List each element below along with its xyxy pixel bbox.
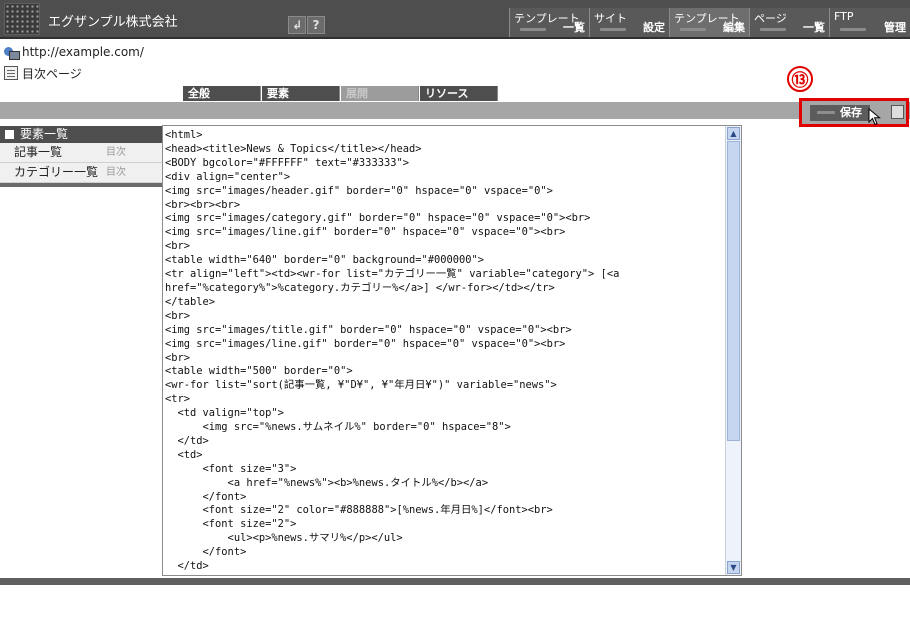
save-button[interactable]: 保存 xyxy=(810,105,870,121)
tab-general[interactable]: 全般 xyxy=(183,86,261,101)
site-url-row: http://example.com/ xyxy=(4,44,144,60)
editor-scrollbar[interactable]: ▲ ▼ xyxy=(725,126,741,575)
nav-bar-icon xyxy=(840,28,866,31)
panel-divider xyxy=(0,183,162,187)
nav-template-edit[interactable]: テンプレート 編集 xyxy=(669,8,749,37)
template-code[interactable]: <html> <head><title>News & Topics</title… xyxy=(165,129,619,574)
back-icon[interactable]: ↲ xyxy=(288,16,306,34)
save-highlight: 保存 xyxy=(799,98,909,127)
nav-template-list[interactable]: テンプレート 一覧 xyxy=(509,8,589,37)
template-code-editor[interactable]: <html> <head><title>News & Topics</title… xyxy=(162,125,742,576)
page-name: 目次ページ xyxy=(22,66,82,81)
nav-label-bottom: 一覧 xyxy=(803,21,825,34)
company-name: エグザンプル株式会社 xyxy=(48,15,178,30)
nav-bar-icon xyxy=(680,28,706,31)
square-icon xyxy=(5,130,14,139)
mouse-cursor-icon xyxy=(868,108,881,126)
nav-label-bottom: 一覧 xyxy=(563,21,585,34)
nav-bar-icon xyxy=(600,28,626,31)
logo-icon xyxy=(4,3,40,35)
toolbar-band xyxy=(0,102,910,119)
element-list-panel: 要素一覧 記事一覧 目次 カテゴリー一覧 目次 xyxy=(0,126,162,187)
list-item[interactable]: 記事一覧 目次 xyxy=(0,143,162,163)
bottom-bar xyxy=(0,578,910,585)
nav-label-bottom: 管理 xyxy=(884,21,906,34)
element-scope: 目次 xyxy=(106,147,126,158)
step-badge: ⑬ xyxy=(787,66,813,92)
tab-resources[interactable]: リソース xyxy=(420,86,498,101)
scroll-up-icon[interactable]: ▲ xyxy=(727,127,740,140)
scroll-down-icon[interactable]: ▼ xyxy=(727,561,740,574)
nav-label-top: サイト xyxy=(594,12,627,25)
page-icon xyxy=(4,66,18,80)
nav-site-settings[interactable]: サイト 設定 xyxy=(589,8,669,37)
nav-label-top: ページ xyxy=(754,12,787,25)
element-name: 記事一覧 xyxy=(14,145,63,159)
nav-label-bottom: 編集 xyxy=(723,21,745,34)
scroll-thumb[interactable] xyxy=(727,141,740,441)
tab-elements[interactable]: 要素 xyxy=(262,86,340,101)
top-bar: エグザンプル株式会社 ↲ ? テンプレート 一覧 サイト 設定 テンプレート 編… xyxy=(0,0,910,39)
nav-bar-icon xyxy=(520,28,546,31)
page-name-row: 目次ページ xyxy=(4,65,82,81)
nav-label-bottom: 設定 xyxy=(643,21,665,34)
document-icon[interactable] xyxy=(891,105,904,119)
element-list-title: 要素一覧 xyxy=(20,127,69,141)
nav-page-list[interactable]: ページ 一覧 xyxy=(749,8,829,37)
help-icon[interactable]: ? xyxy=(307,16,325,34)
element-list-header: 要素一覧 xyxy=(0,126,162,143)
nav-label-top: FTP xyxy=(834,10,854,23)
site-url: http://example.com/ xyxy=(22,45,144,59)
list-item[interactable]: カテゴリー一覧 目次 xyxy=(0,163,162,183)
nav-bar-icon xyxy=(760,28,786,31)
site-globe-icon xyxy=(4,45,20,60)
element-name: カテゴリー一覧 xyxy=(14,165,99,179)
nav-ftp-manage[interactable]: FTP 管理 xyxy=(829,8,910,37)
element-scope: 目次 xyxy=(106,167,126,178)
tab-expand[interactable]: 展開 xyxy=(341,86,419,101)
